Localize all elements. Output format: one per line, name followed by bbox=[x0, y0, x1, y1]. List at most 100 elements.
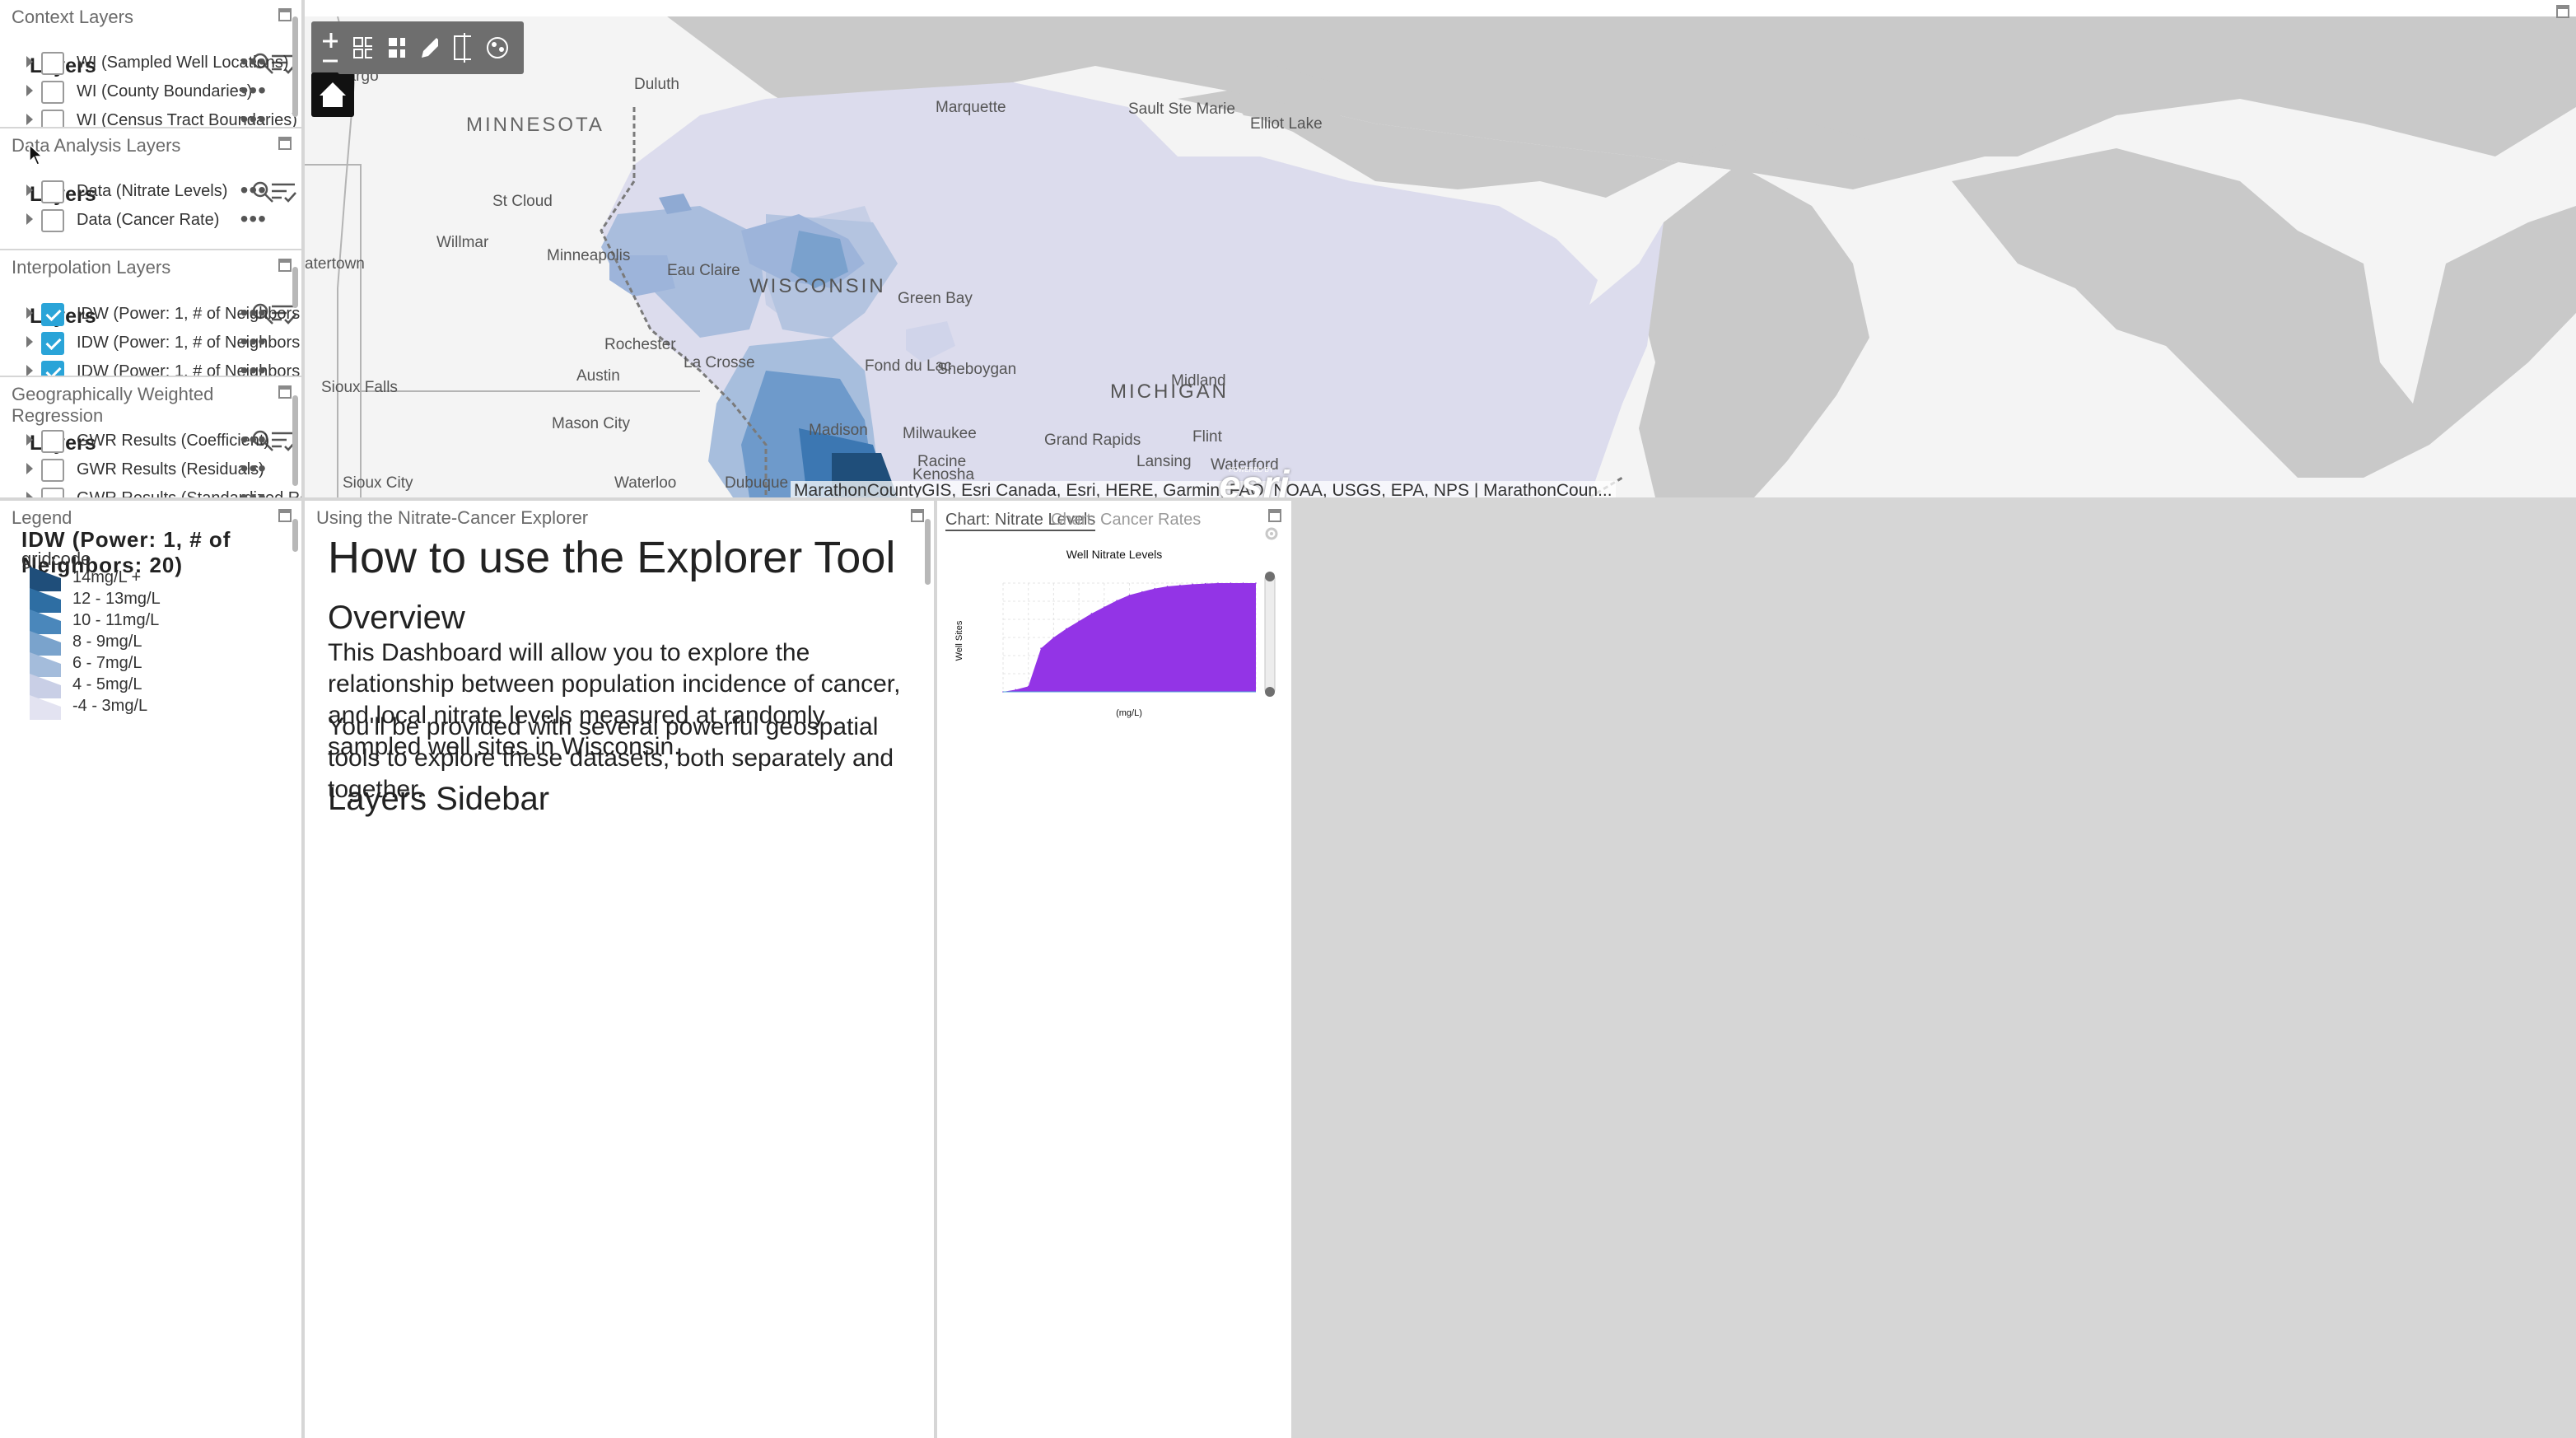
map-label: Rochester bbox=[604, 336, 676, 353]
layer-checkbox[interactable] bbox=[41, 459, 64, 482]
overview-heading: Overview bbox=[328, 600, 465, 636]
scrollbar[interactable] bbox=[292, 395, 298, 486]
section-heading: Layers Sidebar bbox=[328, 781, 550, 817]
more-options-icon[interactable]: ••• bbox=[240, 108, 267, 128]
maximize-icon[interactable] bbox=[911, 509, 924, 522]
legend-label: 14mg/L + bbox=[72, 568, 142, 586]
layer-row[interactable]: IDW (Power: 1, # of Neighbors: 30)••• bbox=[0, 327, 301, 360]
legend-swatch bbox=[30, 695, 61, 720]
data-point bbox=[1192, 583, 1194, 586]
expand-caret-icon[interactable] bbox=[26, 307, 33, 319]
more-options-icon[interactable]: ••• bbox=[240, 359, 267, 376]
layer-row[interactable]: WI (Census Tract Boundaries) ••• bbox=[0, 105, 297, 128]
home-icon bbox=[320, 82, 346, 107]
analysis-layers-panel: Data Analysis Layers Layers Data (Nitrat… bbox=[0, 128, 301, 249]
layer-checkbox[interactable] bbox=[41, 81, 64, 104]
map-label: Sheboygan bbox=[937, 361, 1017, 378]
maximize-icon[interactable] bbox=[278, 509, 292, 522]
map-label: Sault Ste Marie bbox=[1128, 100, 1235, 118]
context-layers-panel: Context Layers Layers WI (Sampled Well L… bbox=[0, 0, 301, 127]
esri-logo[interactable]: esri bbox=[1219, 463, 1289, 497]
more-options-icon[interactable]: ••• bbox=[240, 50, 267, 73]
legend-panel: Legend IDW (Power: 1, # of Neighbors: 20… bbox=[0, 501, 301, 1438]
data-point bbox=[1217, 582, 1219, 584]
expand-caret-icon[interactable] bbox=[26, 114, 33, 125]
map-label: La Crosse bbox=[684, 354, 755, 371]
scroller-handle-top bbox=[1265, 572, 1275, 581]
layer-row[interactable]: IDW (Power: 1, # of Neighbors: 40)••• bbox=[0, 356, 301, 376]
expand-caret-icon[interactable] bbox=[26, 492, 33, 497]
expand-caret-icon[interactable] bbox=[26, 365, 33, 376]
maximize-icon[interactable] bbox=[278, 259, 292, 272]
layer-row[interactable]: Data (Nitrate Levels) ••• bbox=[0, 175, 285, 208]
map-label: Eau Claire bbox=[667, 262, 740, 279]
data-point bbox=[1116, 600, 1118, 601]
layer-row[interactable]: Data (Cancer Rate) ••• bbox=[0, 204, 285, 237]
more-options-icon[interactable]: ••• bbox=[240, 208, 267, 231]
home-button[interactable] bbox=[311, 72, 354, 117]
layer-checkbox[interactable] bbox=[41, 488, 64, 497]
data-point bbox=[1141, 591, 1143, 593]
area-series bbox=[1003, 583, 1256, 692]
expand-caret-icon[interactable] bbox=[26, 336, 33, 348]
maximize-icon[interactable] bbox=[278, 137, 292, 150]
layer-row[interactable]: IDW (Power: 1, # of Neighbors: 20)••• bbox=[0, 298, 301, 331]
expand-caret-icon[interactable] bbox=[26, 463, 33, 474]
map-label: Milwaukee bbox=[903, 425, 977, 442]
layer-checkbox[interactable] bbox=[41, 52, 64, 75]
layer-checkbox[interactable] bbox=[41, 303, 64, 326]
map-attribution[interactable]: MarathonCountyGIS, Esri Canada, Esri, HE… bbox=[791, 481, 1616, 497]
more-options-icon[interactable]: ••• bbox=[240, 486, 267, 498]
data-point bbox=[1027, 685, 1029, 688]
data-point bbox=[1255, 582, 1257, 584]
scrollbar[interactable] bbox=[292, 267, 298, 308]
expand-caret-icon[interactable] bbox=[26, 184, 33, 196]
scrollbar[interactable] bbox=[925, 519, 931, 585]
layer-row[interactable]: GWR Results (Standardized Residuals)••• bbox=[0, 483, 301, 498]
maximize-icon[interactable] bbox=[1268, 509, 1281, 522]
tab-cancer-rates[interactable]: Chart: Cancer Rates bbox=[1051, 511, 1201, 530]
panel-title: Interpolation Layers bbox=[12, 257, 171, 278]
scrollbar[interactable] bbox=[292, 16, 298, 117]
more-options-icon[interactable]: ••• bbox=[240, 428, 267, 451]
more-options-icon[interactable]: ••• bbox=[240, 301, 267, 324]
layer-row[interactable]: WI (Sampled Well Locations) ••• bbox=[0, 47, 289, 80]
chart-panel: Chart: Nitrate Levels Chart: Cancer Rate… bbox=[937, 501, 1291, 1438]
layer-checkbox[interactable] bbox=[41, 332, 64, 355]
map-label: Marquette bbox=[936, 99, 1006, 116]
layer-row[interactable]: GWR Results (Coefficient) ••• bbox=[0, 425, 285, 458]
map-label: Dubuque bbox=[725, 474, 789, 492]
more-options-icon[interactable]: ••• bbox=[240, 457, 267, 480]
map-label: Sioux Falls bbox=[321, 379, 398, 396]
expand-caret-icon[interactable] bbox=[26, 85, 33, 96]
expand-caret-icon[interactable] bbox=[26, 213, 33, 225]
expand-caret-icon[interactable] bbox=[26, 56, 33, 68]
data-point bbox=[1090, 613, 1093, 614]
map-panel[interactable]: Fargo Duluth MINNESOTA Marquette Sault S… bbox=[305, 0, 2576, 497]
more-options-icon[interactable]: ••• bbox=[240, 330, 267, 353]
help-heading: How to use the Explorer Tool bbox=[328, 533, 896, 582]
layer-checkbox[interactable] bbox=[41, 430, 64, 453]
layer-checkbox[interactable] bbox=[41, 110, 64, 127]
maximize-icon[interactable] bbox=[278, 8, 292, 21]
maximize-icon[interactable] bbox=[278, 385, 292, 399]
scrollbar[interactable] bbox=[292, 519, 298, 552]
more-options-icon[interactable]: ••• bbox=[240, 79, 267, 102]
layer-row[interactable]: GWR Results (Residuals) ••• bbox=[0, 454, 285, 487]
nitrate-chart[interactable]: Well Nitrate Levels Well Sites (mg/L) bbox=[937, 534, 1291, 723]
expand-caret-icon[interactable] bbox=[26, 434, 33, 446]
layer-row[interactable]: WI (County Boundaries) ••• bbox=[0, 76, 285, 109]
more-options-icon[interactable]: ••• bbox=[240, 179, 267, 202]
layer-checkbox[interactable] bbox=[41, 361, 64, 376]
help-panel: Using the Nitrate-Cancer Explorer How to… bbox=[305, 501, 934, 1438]
legend-label: 10 - 11mg/L bbox=[72, 611, 160, 629]
map-label: atertown bbox=[305, 255, 365, 273]
maximize-icon[interactable] bbox=[2556, 5, 2569, 18]
layer-checkbox[interactable] bbox=[41, 209, 64, 232]
basemap-button[interactable] bbox=[471, 21, 524, 74]
layer-checkbox[interactable] bbox=[41, 180, 64, 203]
legend-label: 6 - 7mg/L bbox=[72, 654, 142, 672]
map-label: Willmar bbox=[436, 234, 489, 251]
map-label: MINNESOTA bbox=[466, 114, 604, 136]
data-point bbox=[1242, 582, 1244, 584]
